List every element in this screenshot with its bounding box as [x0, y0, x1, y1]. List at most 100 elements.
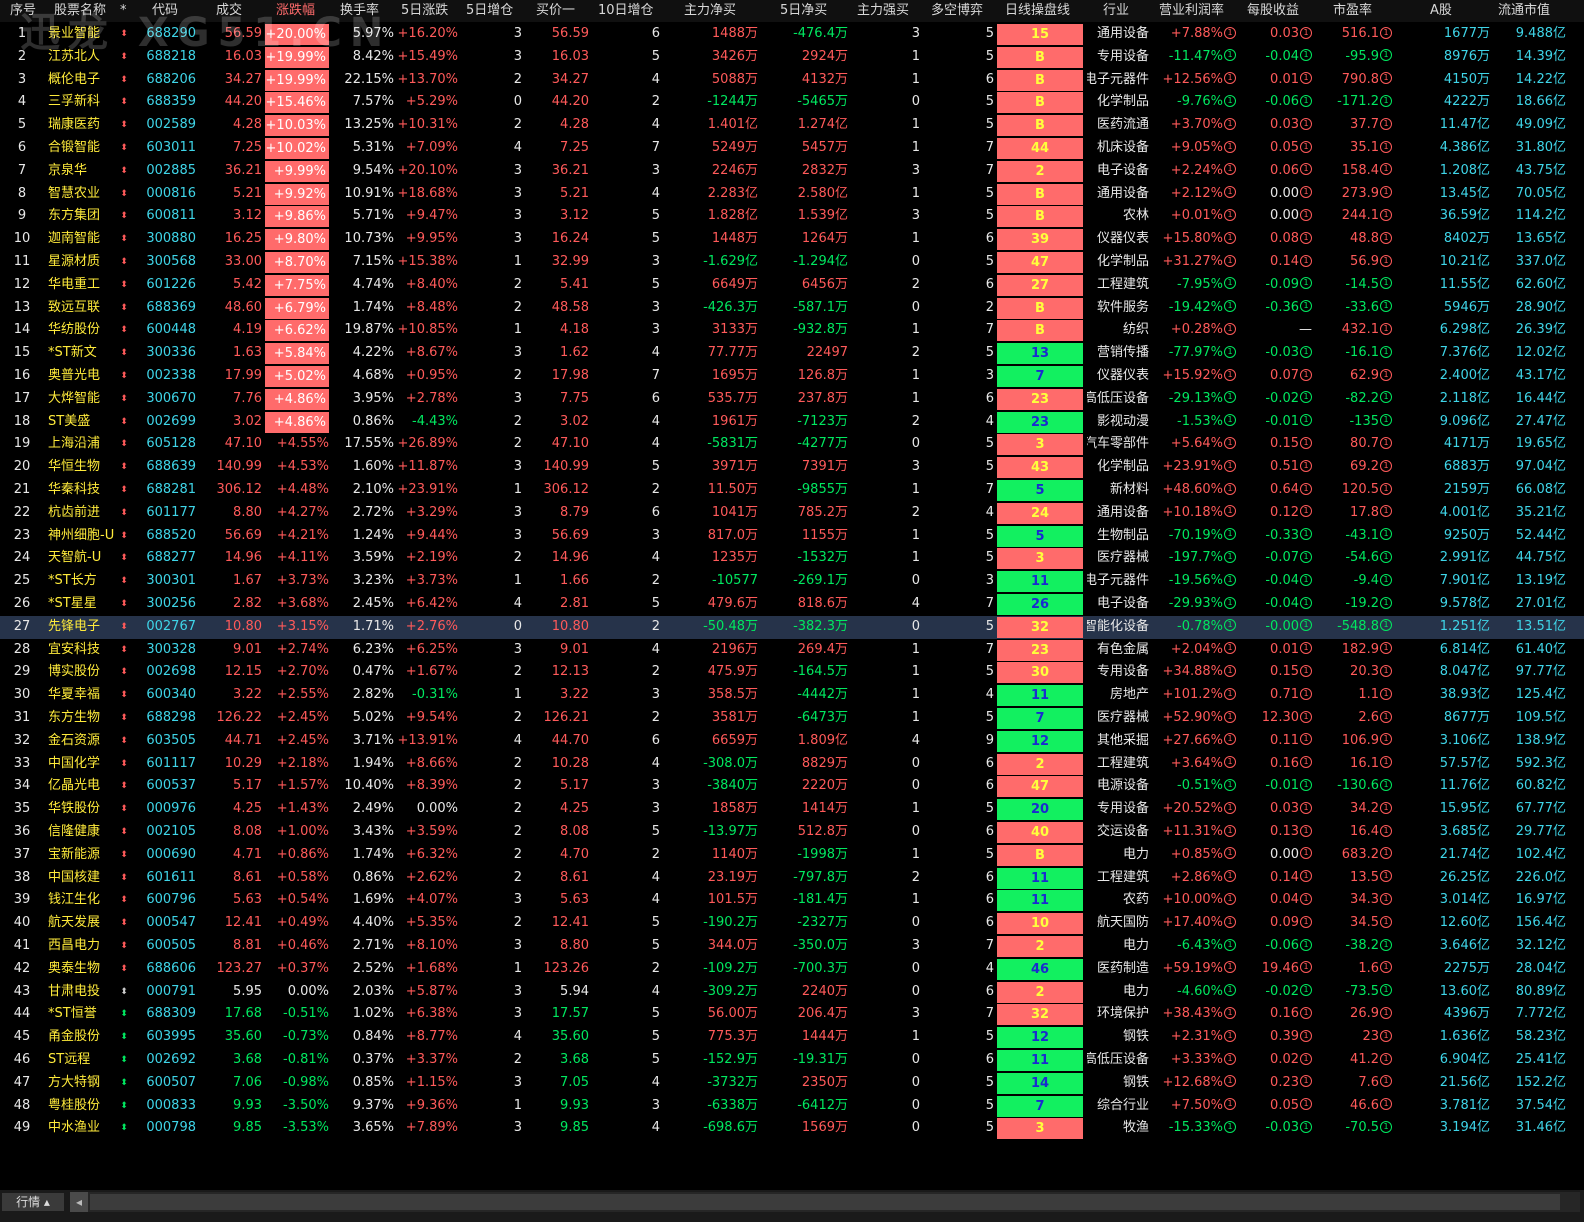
col-header-seq[interactable]: 序号 — [10, 0, 36, 22]
table-row[interactable]: 35 华铁股份 ⬍ 000976 4.25 +1.43% 2.49% 0.00% 2 4.25 3 1… — [0, 798, 1584, 821]
cell-industry: 综合行业 — [1096, 1097, 1149, 1113]
quarter-marker-icon: 1 — [1224, 26, 1236, 39]
table-row[interactable]: 30 华夏幸福 ⬍ 600340 3.22 +2.55% 2.82% -0.31% 1 3.22 3… — [0, 684, 1584, 707]
table-row[interactable]: 41 西昌电力 ⬍ 600505 8.81 +0.46% 2.71% +8.10% 3 8.80 5… — [0, 935, 1584, 958]
table-row[interactable]: 10 迦南智能 ⬍ 300880 16.25 +9.80% 10.73% +9.95% 3 16.… — [0, 228, 1584, 251]
col-header-eps[interactable]: 每股收益 — [1247, 0, 1299, 22]
table-row[interactable]: 49 中水渔业 ⬍ 000798 9.85 -3.53% 3.65% +7.89% 3 9.85 4… — [0, 1117, 1584, 1140]
table-row[interactable]: 43 甘肃电投 ⬍ 000791 5.95 0.00% 2.03% +5.87% 3 5.94 4 -… — [0, 981, 1584, 1004]
cell-eps: 0.04 1 — [1240, 889, 1312, 912]
table-row[interactable]: 39 钱江生化 ⬍ 600796 5.63 +0.54% 1.69% +4.07% 3 5.63 4… — [0, 889, 1584, 912]
scroll-left-arrow[interactable]: ◂ — [70, 1192, 88, 1212]
table-row[interactable]: 14 华纺股份 ⬍ 600448 4.19 +6.62% 19.87% +10.85% 1 4.1… — [0, 319, 1584, 342]
col-header-strong[interactable]: 主力强买 — [857, 0, 909, 22]
col-header-turnover[interactable]: 换手率 — [340, 0, 379, 22]
col-header-net5[interactable]: 5日净买 — [780, 0, 827, 22]
col-header-ashare[interactable]: A股 — [1430, 0, 1452, 22]
market-tab[interactable]: 行情 ▴ — [2, 1193, 64, 1211]
cell-strong: 0 — [911, 1052, 920, 1067]
cell-industry: 影视动漫 — [1096, 413, 1149, 429]
table-row[interactable]: 28 宜安科技 ⬍ 300328 9.01 +2.74% 6.23% +6.25% 3 9.01 4… — [0, 639, 1584, 662]
table-row[interactable]: 18 ST美盛 ⬍ 002699 3.02 +4.86% 0.86% -4.43% 2 3.02 4… — [0, 411, 1584, 434]
table-row[interactable]: 7 京泉华 ⬍ 002885 36.21 +9.99% 9.54% +20.10% 3 36.21… — [0, 160, 1584, 183]
col-header-chg5[interactable]: 5日涨跌 — [401, 0, 448, 22]
cell-floatcap: 14.39亿 — [1515, 48, 1566, 64]
table-row[interactable]: 4 三孚新科 ⬍ 688359 44.20 +15.46% 7.57% +5.29% 0 44.2… — [0, 91, 1584, 114]
table-row[interactable]: 31 东方生物 ⬍ 688298 126.22 +2.45% 5.02% +9.54% 2 126… — [0, 707, 1584, 730]
table-row[interactable]: 32 金石资源 ⬍ 603505 44.71 +2.45% 3.71% +13.91% 4 44.… — [0, 730, 1584, 753]
table-row[interactable]: 6 合锻智能 ⬍ 603011 7.25 +10.02% 5.31% +7.09% 4 7.25 7… — [0, 137, 1584, 160]
cell-name: 博实股份 — [48, 664, 101, 680]
cell-pe-value: 432.1 — [1341, 322, 1379, 338]
col-header-mainnet[interactable]: 主力净买 — [684, 0, 736, 22]
cell-strong: 0 — [911, 1120, 920, 1136]
quarter-marker-icon: 1 — [1300, 710, 1312, 723]
col-header-name[interactable]: 股票名称 — [54, 0, 106, 22]
col-header-price[interactable]: 成交 — [216, 0, 242, 22]
col-header-inc10[interactable]: 10日增仓 — [598, 0, 654, 22]
table-row[interactable]: 34 亿晶光电 ⬍ 600537 5.17 +1.57% 10.40% +8.39% 2 5.17… — [0, 775, 1584, 798]
col-header-bid1[interactable]: 买价一 — [536, 0, 575, 22]
quarter-marker-icon: 1 — [1380, 1006, 1392, 1019]
cell-net5: 2350万 — [801, 1074, 848, 1090]
table-row[interactable]: 29 博实股份 ⬍ 002698 12.15 +2.70% 0.47% +1.67% 2 12.1… — [0, 661, 1584, 684]
table-row[interactable]: 24 天智航-U ⬍ 688277 14.96 +4.11% 3.59% +2.19% 2 14.… — [0, 547, 1584, 570]
table-row[interactable]: 11 星源材质 ⬍ 300568 33.00 +8.70% 7.15% +15.38% 1 32.… — [0, 251, 1584, 274]
table-row[interactable]: 38 中国核建 ⬍ 601611 8.61 +0.58% 0.86% +2.62% 2 8.61 4… — [0, 867, 1584, 890]
col-header-inc5[interactable]: 5日增仓 — [466, 0, 513, 22]
table-row[interactable]: 20 华恒生物 ⬍ 688639 140.99 +4.53% 1.60% +11.87% 3 14… — [0, 456, 1584, 479]
cell-ashare: 3.106亿 — [1439, 732, 1490, 748]
cell-change: +9.92% — [265, 183, 329, 205]
table-row[interactable]: 12 华电重工 ⬍ 601226 5.42 +7.75% 4.74% +8.40% 2 5.41 5… — [0, 274, 1584, 297]
table-row[interactable]: 2 江苏北人 ⬍ 688218 16.03 +19.99% 8.42% +15.49% 3 16.… — [0, 46, 1584, 69]
table-row[interactable]: 13 致远互联 ⬍ 688369 48.60 +6.79% 1.74% +8.48% 2 48.5… — [0, 297, 1584, 320]
table-row[interactable]: 47 方大特钢 ⬍ 600507 7.06 -0.98% 0.85% +1.15% 3 7.05 4… — [0, 1072, 1584, 1095]
table-row[interactable]: 40 航天发展 ⬍ 000547 12.41 +0.49% 4.40% +5.35% 2 12.4… — [0, 912, 1584, 935]
table-row[interactable]: 8 智慧农业 ⬍ 000816 5.21 +9.92% 10.91% +18.68% 3 5.21… — [0, 183, 1584, 206]
col-header-floatcap[interactable]: 流通市值 — [1498, 0, 1550, 22]
quarter-marker-icon: 1 — [1300, 687, 1312, 700]
table-row[interactable]: 36 信隆健康 ⬍ 002105 8.08 +1.00% 3.43% +3.59% 2 8.08 5… — [0, 821, 1584, 844]
table-row[interactable]: 21 华秦科技 ⬍ 688281 306.12 +4.48% 2.10% +23.91% 1 30… — [0, 479, 1584, 502]
col-header-star[interactable]: * — [120, 0, 127, 22]
table-row[interactable]: 25 *ST长方 ⬍ 300301 1.67 +3.73% 3.23% +3.73% 1 1.66… — [0, 570, 1584, 593]
daily-signal-badge: 43 — [997, 457, 1083, 479]
scroll-thumb[interactable] — [90, 1194, 1560, 1210]
col-header-industry[interactable]: 行业 — [1103, 0, 1129, 22]
col-header-pe[interactable]: 市盈率 — [1333, 0, 1372, 22]
cell-ashare: 2159万 — [1443, 482, 1490, 497]
table-row[interactable]: 45 甬金股份 ⬍ 603995 35.60 -0.73% 0.84% +8.77% 4 35.6… — [0, 1026, 1584, 1049]
daily-signal-badge: 5 — [997, 525, 1083, 547]
daily-signal-badge: B — [997, 206, 1083, 228]
table-row[interactable]: 22 杭齿前进 ⬍ 601177 8.80 +4.27% 2.72% +3.29% 3 8.79 6… — [0, 502, 1584, 525]
col-header-longshort[interactable]: 多空博弈 — [931, 0, 983, 22]
table-row[interactable]: 19 上海沿浦 ⬍ 605128 47.10 +4.55% 17.55% +26.89% 2 47… — [0, 433, 1584, 456]
col-header-margin[interactable]: 营业利润率 — [1159, 0, 1224, 22]
table-row[interactable]: 5 瑞康医药 ⬍ 002589 4.28 +10.03% 13.25% +10.31% 2 4.2… — [0, 114, 1584, 137]
cell-pe-value: 48.8 — [1350, 231, 1379, 247]
cell-pe: 16.1 1 — [1316, 753, 1392, 776]
col-header-daily[interactable]: 日线操盘线 — [1005, 0, 1070, 22]
table-row[interactable]: 16 奥普光电 ⬍ 002338 17.99 +5.02% 4.68% +0.95% 2 17.9… — [0, 365, 1584, 388]
table-row[interactable]: 48 粤桂股份 ⬍ 000833 9.93 -3.50% 9.37% +9.36% 1 9.93 3… — [0, 1095, 1584, 1118]
table-row[interactable]: 23 神州细胞-U ⬍ 688520 56.69 +4.21% 1.24% +9.44% 3 56… — [0, 525, 1584, 548]
table-row[interactable]: 46 ST远程 ⬍ 002692 3.68 -0.81% 0.37% +3.37% 2 3.68 5… — [0, 1049, 1584, 1072]
cell-inc10: 4 — [651, 345, 660, 361]
cell-eps: 0.51 1 — [1240, 456, 1312, 479]
table-row[interactable]: 42 奥泰生物 ⬍ 688606 123.27 +0.37% 2.52% +1.68% 1 123… — [0, 958, 1584, 981]
table-row[interactable]: 26 *ST星星 ⬍ 300256 2.82 +3.68% 2.45% +6.42% 4 2.81… — [0, 593, 1584, 616]
table-row[interactable]: 44 *ST恒誉 ⬍ 688309 17.68 -0.51% 1.02% +6.38% 3 17.… — [0, 1003, 1584, 1026]
table-row[interactable]: 15 *ST新文 ⬍ 300336 1.63 +5.84% 4.22% +8.67% 3 1.62… — [0, 342, 1584, 365]
table-row[interactable]: 33 中国化学 ⬍ 601117 10.29 +2.18% 1.94% +8.66% 2 10.2… — [0, 753, 1584, 776]
table-row[interactable]: 3 概伦电子 ⬍ 688206 34.27 +19.99% 22.15% +13.70% 2 34… — [0, 69, 1584, 92]
cell-eps: -0.06 1 — [1240, 935, 1312, 958]
table-row[interactable]: 17 大烨智能 ⬍ 300670 7.76 +4.86% 3.95% +2.78% 3 7.75 6… — [0, 388, 1584, 411]
horizontal-scrollbar[interactable]: ◂ — [70, 1192, 1580, 1212]
cell-inc5: 2 — [513, 824, 522, 839]
table-row[interactable]: 37 宝新能源 ⬍ 000690 4.71 +0.86% 1.74% +6.32% 2 4.70 2… — [0, 844, 1584, 867]
table-row[interactable]: 1 景业智能 ⬍ 688290 56.59 +20.00% 5.97% +16.20% 3 56.… — [0, 23, 1584, 46]
col-header-change[interactable]: 涨跌幅 — [276, 0, 315, 22]
table-row[interactable]: 9 东方集团 ⬍ 600811 3.12 +9.86% 5.71% +9.47% 3 3.12 5 1… — [0, 205, 1584, 228]
col-header-code[interactable]: 代码 — [152, 0, 178, 22]
table-row[interactable]: 27 先锋电子 ⬍ 002767 10.80 +3.15% 1.71% +2.76% 0 10.8… — [0, 615, 1584, 639]
